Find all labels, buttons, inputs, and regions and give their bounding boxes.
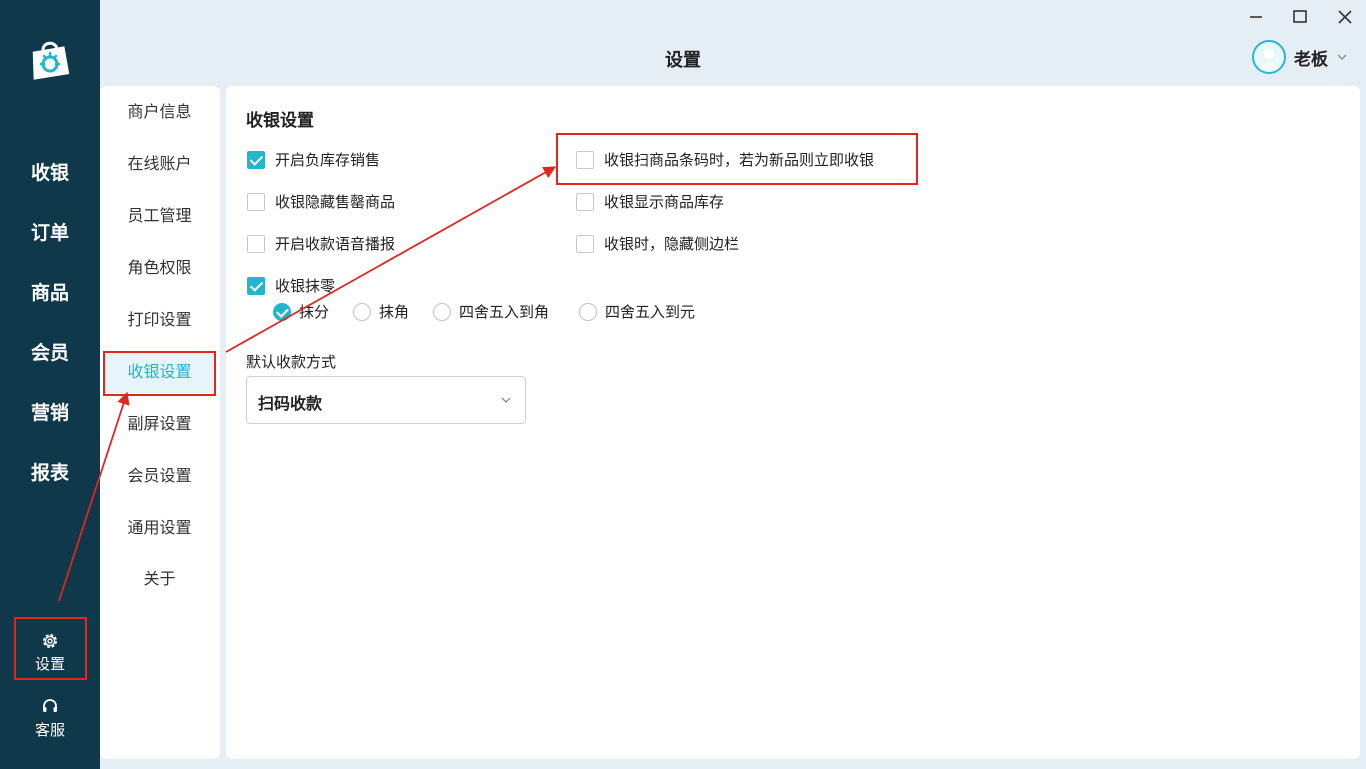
sidebar-item-products[interactable]: 商品 (0, 281, 100, 305)
sidebar-item-marketing[interactable]: 营销 (0, 401, 100, 425)
option-label: 收银显示商品库存 (604, 193, 725, 211)
option-rounding[interactable]: 收银抹零 (247, 275, 335, 296)
option-voice-broadcast[interactable]: 开启收款语音播报 (247, 233, 395, 254)
radio-button[interactable] (273, 302, 291, 321)
menu-item-online-account[interactable]: 在线账户 (104, 143, 215, 185)
checkbox-hide-sidebar[interactable] (576, 234, 594, 253)
radio-button[interactable] (579, 302, 597, 321)
main-sidebar: 收银 订单 商品 会员 营销 报表 设置 客服 (0, 0, 100, 769)
settings-content: 收银设置 开启负库存销售 收银扫商品条码时，若为新品则立即收银 收银隐藏售罄商品… (226, 86, 1360, 759)
chevron-down-icon (1337, 54, 1347, 60)
headset-icon (43, 699, 57, 712)
checkbox-instant-checkout-new-item[interactable] (576, 150, 594, 169)
radio-round-to-yuan[interactable]: 四舍五入到元 (579, 301, 695, 322)
radio-label: 抹分 (299, 303, 330, 321)
option-label: 收银抹零 (275, 277, 336, 295)
sidebar-item-settings[interactable]: 设置 (0, 631, 100, 674)
option-hide-sidebar[interactable]: 收银时，隐藏侧边栏 (576, 233, 739, 254)
menu-item-staff[interactable]: 员工管理 (104, 195, 215, 237)
gear-icon (43, 634, 57, 648)
maximize-icon[interactable] (1289, 6, 1311, 28)
section-title: 收银设置 (246, 111, 314, 131)
payment-method-value: 扫码收款 (258, 394, 323, 413)
title-bar: 设置 老板 (100, 0, 1366, 86)
option-show-stock[interactable]: 收银显示商品库存 (576, 191, 724, 212)
sidebar-item-orders[interactable]: 订单 (0, 221, 100, 245)
radio-round-fen[interactable]: 抹分 (273, 301, 329, 322)
sidebar-item-settings-label: 设置 (34, 655, 65, 673)
menu-item-second-screen[interactable]: 副屏设置 (104, 403, 215, 445)
menu-item-roles[interactable]: 角色权限 (104, 247, 215, 289)
radio-label: 四舍五入到角 (459, 303, 550, 321)
sidebar-item-members[interactable]: 会员 (0, 341, 100, 365)
checkbox-voice-broadcast[interactable] (247, 234, 265, 253)
option-negative-stock[interactable]: 开启负库存销售 (247, 149, 380, 170)
menu-item-member-settings[interactable]: 会员设置 (104, 455, 215, 497)
option-label: 收银时，隐藏侧边栏 (604, 235, 740, 253)
settings-menu: 商户信息 在线账户 员工管理 角色权限 打印设置 收银设置 副屏设置 会员设置 … (100, 86, 220, 759)
minimize-icon[interactable] (1245, 6, 1267, 28)
user-menu[interactable]: 老板 (1252, 40, 1348, 74)
option-label: 开启负库存销售 (275, 151, 381, 169)
radio-button[interactable] (353, 302, 371, 321)
sidebar-item-reports[interactable]: 报表 (0, 461, 100, 485)
menu-item-merchant-info[interactable]: 商户信息 (104, 91, 215, 133)
radio-label: 抹角 (379, 303, 410, 321)
option-label: 收银扫商品条码时，若为新品则立即收银 (604, 151, 875, 169)
sidebar-item-support[interactable]: 客服 (0, 697, 100, 740)
checkbox-rounding[interactable] (247, 276, 265, 295)
checkbox-hide-sold-out[interactable] (247, 192, 265, 211)
radio-round-to-jiao[interactable]: 四舍五入到角 (433, 301, 549, 322)
shopping-bag-logo-icon (32, 41, 70, 80)
user-name: 老板 (1294, 49, 1328, 70)
menu-item-general[interactable]: 通用设置 (104, 507, 215, 549)
menu-item-cashier-settings[interactable]: 收银设置 (104, 351, 215, 393)
option-label: 开启收款语音播报 (275, 235, 396, 253)
sidebar-item-cashier[interactable]: 收银 (0, 161, 100, 185)
menu-item-about[interactable]: 关于 (104, 558, 215, 600)
option-instant-checkout-new-item[interactable]: 收银扫商品条码时，若为新品则立即收银 (576, 149, 874, 170)
user-icon (1259, 49, 1279, 70)
close-icon[interactable] (1334, 6, 1356, 28)
payment-method-select[interactable]: 扫码收款 (246, 376, 526, 424)
sidebar-item-support-label: 客服 (34, 721, 65, 739)
radio-round-jiao[interactable]: 抹角 (353, 301, 409, 322)
option-label: 收银隐藏售罄商品 (275, 193, 396, 211)
checkbox-negative-stock[interactable] (247, 150, 265, 169)
checkbox-show-stock[interactable] (576, 192, 594, 211)
radio-button[interactable] (433, 302, 451, 321)
page-title: 设置 (665, 50, 701, 71)
chevron-down-icon (501, 397, 511, 403)
option-hide-sold-out[interactable]: 收银隐藏售罄商品 (247, 191, 395, 212)
payment-method-label: 默认收款方式 (246, 353, 337, 371)
avatar (1252, 40, 1286, 74)
radio-label: 四舍五入到元 (605, 303, 696, 321)
menu-item-print[interactable]: 打印设置 (104, 299, 215, 341)
